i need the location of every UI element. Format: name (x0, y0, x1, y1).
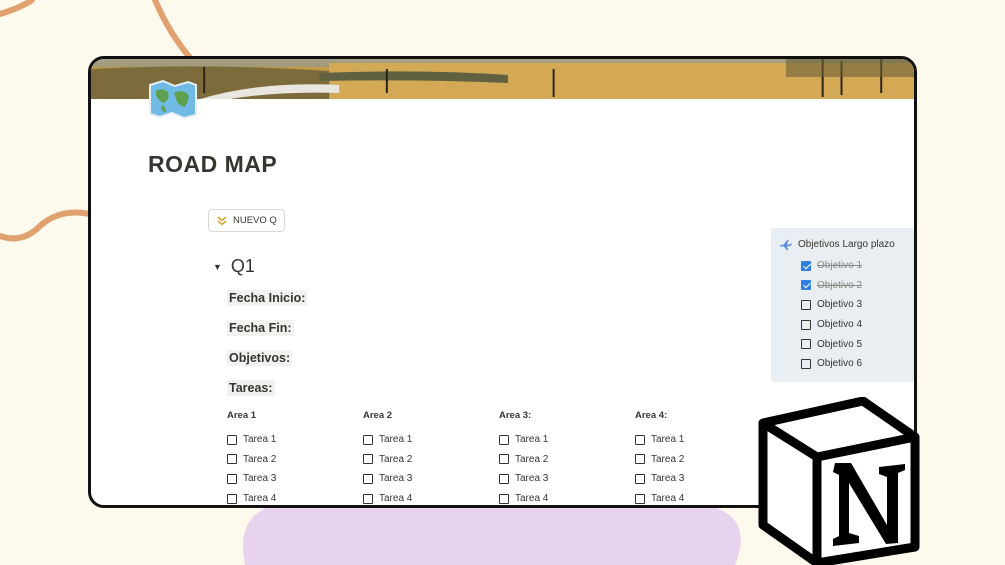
task-item[interactable]: Tarea 2 (363, 450, 493, 470)
toggle-title: Q1 (230, 256, 255, 276)
task-item[interactable]: Tarea 1 (227, 430, 357, 450)
checkbox[interactable] (801, 358, 811, 369)
checkbox[interactable] (801, 319, 811, 330)
goal-label: Objetivo 6 (817, 358, 863, 370)
area-title: Area 2 (363, 410, 393, 421)
task-item[interactable]: Tarea 2 (635, 450, 765, 470)
checkbox-checked[interactable] (801, 280, 811, 291)
checkbox[interactable] (635, 434, 645, 445)
checkbox[interactable] (363, 434, 373, 445)
task-label: Tarea 1 (515, 434, 549, 446)
task-item[interactable]: Tarea 4 (635, 489, 765, 505)
field-tareas: Tareas: (227, 380, 275, 396)
task-label: Tarea 3 (515, 473, 549, 485)
long-term-goals-callout: Objetivos Largo plazo Objetivo 1 Objetiv… (771, 228, 914, 382)
checkbox[interactable] (635, 454, 645, 465)
toggle-heading-q1[interactable]: ▼ Q1 (213, 256, 255, 277)
task-label: Tarea 3 (243, 473, 277, 485)
task-label: Tarea 3 (379, 473, 413, 485)
checkbox[interactable] (499, 473, 509, 484)
checkbox[interactable] (227, 493, 237, 504)
area-title: Area 3: (499, 410, 532, 421)
task-label: Tarea 2 (651, 453, 685, 465)
checkbox[interactable] (227, 473, 237, 484)
goal-label: Objetivo 1 (817, 260, 863, 272)
double-chevron-down-icon (217, 215, 227, 226)
field-fecha-fin: Fecha Fin: (227, 320, 294, 336)
task-label: Tarea 4 (651, 493, 685, 505)
task-label: Tarea 2 (515, 453, 549, 465)
task-item[interactable]: Tarea 4 (363, 489, 493, 505)
world-map-icon[interactable] (148, 79, 198, 119)
task-label: Tarea 2 (243, 453, 277, 465)
checkbox[interactable] (227, 454, 237, 465)
notion-logo (758, 397, 920, 565)
task-item[interactable]: Tarea 2 (499, 450, 629, 470)
field-objetivos: Objetivos: (227, 350, 293, 366)
checkbox[interactable] (635, 473, 645, 484)
checkbox[interactable] (499, 493, 509, 504)
goal-item[interactable]: Objetivo 5 (779, 334, 914, 354)
task-item[interactable]: Tarea 4 (227, 489, 357, 505)
checkbox[interactable] (363, 473, 373, 484)
checkbox[interactable] (499, 454, 509, 465)
goal-item[interactable]: Objetivo 1 (779, 256, 914, 276)
task-label: Tarea 4 (379, 493, 413, 505)
goal-item[interactable]: Objetivo 4 (779, 315, 914, 335)
goal-item[interactable]: Objetivo 2 (779, 276, 914, 296)
checkbox[interactable] (227, 434, 237, 445)
page-title: ROAD MAP (148, 151, 278, 177)
checkbox[interactable] (635, 493, 645, 504)
task-label: Tarea 4 (243, 493, 277, 505)
field-fecha-inicio: Fecha Inicio: (227, 290, 308, 306)
task-label: Tarea 1 (243, 434, 277, 446)
checkbox[interactable] (363, 454, 373, 465)
checkbox[interactable] (363, 493, 373, 504)
task-item[interactable]: Tarea 3 (635, 469, 765, 489)
goal-label: Objetivo 4 (817, 319, 863, 331)
goal-item[interactable]: Objetivo 6 (779, 354, 914, 374)
checkbox[interactable] (801, 339, 811, 350)
task-label: Tarea 2 (379, 453, 413, 465)
toggle-arrow-icon[interactable]: ▼ (213, 262, 222, 272)
decorative-orange-curve-left (0, 209, 93, 242)
checkbox[interactable] (801, 299, 811, 310)
page-cover-image (91, 59, 914, 99)
task-label: Tarea 1 (651, 434, 685, 446)
checkbox[interactable] (499, 434, 509, 445)
task-label: Tarea 1 (379, 434, 413, 446)
goal-item[interactable]: Objetivo 3 (779, 295, 914, 315)
area-title: Area 4: (635, 410, 668, 421)
goal-label: Objetivo 3 (817, 299, 863, 311)
new-q-button-label: NUEVO Q (233, 215, 277, 226)
callout-header: Objetivos Largo plazo (779, 238, 914, 251)
area-column-2: Area 2 Tarea 1 Tarea 2 Tarea 3 Tarea 4 (363, 410, 493, 505)
area-column-1: Area 1 Tarea 1 Tarea 2 Tarea 3 Tarea 4 (227, 410, 357, 505)
area-title: Area 1 (227, 410, 257, 421)
task-item[interactable]: Tarea 2 (227, 450, 357, 470)
airplane-icon (779, 239, 792, 251)
callout-title: Objetivos Largo plazo (798, 239, 895, 250)
goal-label: Objetivo 5 (817, 338, 863, 350)
task-item[interactable]: Tarea 1 (635, 430, 765, 450)
checkbox-checked[interactable] (801, 260, 811, 271)
task-item[interactable]: Tarea 3 (363, 469, 493, 489)
task-label: Tarea 3 (651, 473, 685, 485)
task-item[interactable]: Tarea 4 (499, 489, 629, 505)
task-label: Tarea 4 (515, 493, 549, 505)
new-q-button[interactable]: NUEVO Q (208, 209, 285, 232)
task-item[interactable]: Tarea 3 (227, 469, 357, 489)
task-item[interactable]: Tarea 3 (499, 469, 629, 489)
area-column-4: Area 4: Tarea 1 Tarea 2 Tarea 3 Tarea 4 (635, 410, 765, 505)
area-column-3: Area 3: Tarea 1 Tarea 2 Tarea 3 Tarea 4 (499, 410, 629, 505)
goal-label: Objetivo 2 (817, 279, 863, 291)
task-item[interactable]: Tarea 1 (363, 430, 493, 450)
task-item[interactable]: Tarea 1 (499, 430, 629, 450)
